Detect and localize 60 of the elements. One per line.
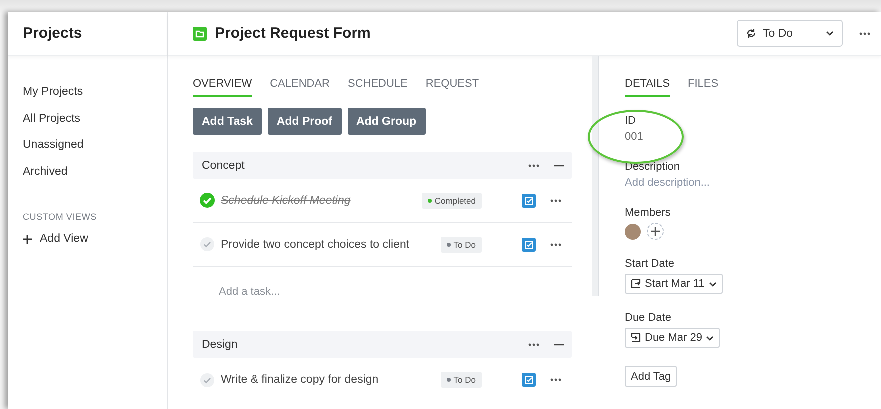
action-button[interactable]: Add Task [193, 108, 262, 135]
date-dropdown[interactable]: Due Mar 29 [625, 328, 720, 348]
status-badge: Completed [422, 192, 482, 208]
checklist-icon[interactable] [522, 194, 536, 208]
more-icon[interactable] [550, 198, 562, 202]
add-member-button[interactable] [647, 223, 664, 240]
sidebar-item[interactable]: Unassigned [23, 132, 167, 158]
sidebar-item[interactable]: My Projects [23, 79, 167, 106]
checklist-icon[interactable] [522, 238, 536, 252]
action-button[interactable]: Add Proof [268, 108, 342, 135]
field-label: Due Date [625, 312, 672, 324]
date-dropdown[interactable]: Start Mar 11 [625, 274, 723, 294]
tab[interactable]: REQUEST [426, 78, 480, 97]
status-badge: To Do [440, 236, 482, 252]
status-badge: To Do [440, 372, 482, 388]
tab[interactable]: DETAILS [625, 78, 670, 97]
scrollbar[interactable] [592, 56, 599, 296]
task-title[interactable]: Write & finalize copy for design [221, 374, 441, 386]
group-name: Concept [202, 160, 246, 172]
cycle-icon [746, 28, 757, 39]
section-heading: CUSTOM VIEWS [23, 212, 98, 222]
add-view-button[interactable]: Add View [23, 233, 167, 245]
plus-icon [23, 234, 32, 244]
field-label: Description [625, 161, 682, 173]
sidebar-item[interactable]: Archived [23, 158, 167, 185]
more-icon[interactable] [528, 164, 540, 168]
project-title: Project Request Form [215, 25, 372, 42]
task-title[interactable]: Schedule Kickoff Meeting [221, 194, 422, 206]
more-icon[interactable] [550, 242, 562, 246]
chevron-down-icon [826, 31, 834, 36]
tab[interactable]: CALENDAR [270, 78, 330, 97]
plus-icon [651, 227, 660, 236]
calendar-due-icon [631, 333, 641, 343]
add-task-field[interactable]: Add a task... [193, 267, 572, 317]
action-button[interactable]: Add Group [348, 108, 426, 135]
calendar-start-icon [631, 279, 641, 289]
more-icon[interactable] [528, 342, 540, 346]
checkbox-checked[interactable] [200, 193, 215, 208]
checkbox-unchecked[interactable] [200, 237, 215, 252]
more-icon[interactable] [550, 378, 562, 382]
field-label: ID [625, 115, 637, 127]
sidebar-item[interactable]: All Projects [23, 106, 167, 132]
add-tag-button[interactable]: Add Tag [625, 366, 678, 387]
field-value: 001 [625, 131, 644, 143]
checkbox-unchecked[interactable] [200, 372, 215, 388]
chevron-down-icon [708, 282, 717, 286]
tab[interactable]: SCHEDULE [348, 78, 408, 97]
status-dropdown[interactable]: To Do [737, 20, 843, 47]
folder-icon [193, 26, 207, 40]
tab[interactable]: FILES [688, 78, 719, 97]
more-icon[interactable] [859, 32, 871, 36]
field-label: Start Date [625, 258, 676, 270]
tab[interactable]: OVERVIEW [193, 78, 252, 97]
chevron-down-icon [706, 336, 714, 340]
checklist-icon[interactable] [522, 373, 536, 387]
task-title[interactable]: Provide two concept choices to client [221, 238, 441, 250]
sidebar-title: Projects [23, 25, 82, 42]
avatar [625, 224, 641, 240]
group-name: Design [202, 338, 239, 350]
field-label: Members [625, 207, 672, 219]
